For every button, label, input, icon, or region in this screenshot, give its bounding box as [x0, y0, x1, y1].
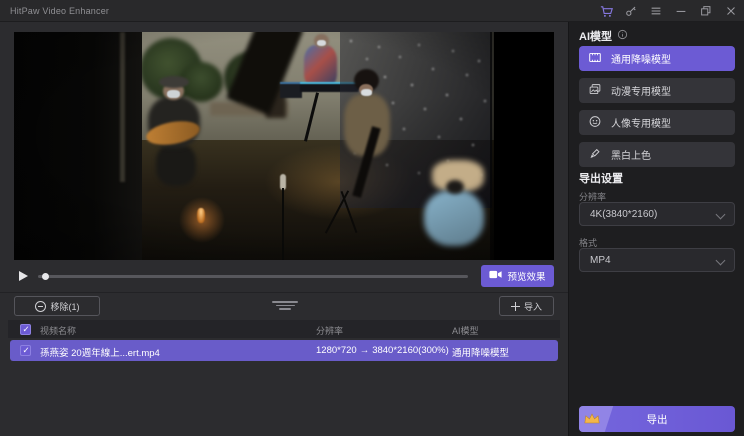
- close-icon[interactable]: [722, 3, 740, 19]
- titlebar-icons: [597, 0, 740, 22]
- sidebar: AI模型 通用降噪模型 动漫专用模型 人像专用模型: [568, 22, 744, 436]
- select-all-checkbox[interactable]: [20, 324, 31, 335]
- arrow-icon: →: [360, 345, 370, 356]
- drag-handle-icon[interactable]: [272, 301, 298, 313]
- menu-icon[interactable]: [647, 3, 665, 19]
- cart-icon[interactable]: [597, 3, 615, 19]
- video-camera-icon: [489, 269, 502, 283]
- chevron-down-icon: [716, 210, 726, 220]
- resolution-value: 4K(3840*2160): [590, 209, 657, 220]
- file-toolbar: 移除(1) 导入: [0, 296, 568, 318]
- resolution-select[interactable]: 4K(3840*2160): [579, 202, 735, 226]
- export-button[interactable]: 导出: [579, 406, 735, 432]
- panel-divider: [0, 292, 568, 293]
- minus-circle-icon: [35, 301, 46, 312]
- row-video-name: 孫燕姿 20週年線上...ert.mp4: [40, 345, 160, 359]
- paint-marker-icon: [588, 147, 602, 163]
- table-row[interactable]: 孫燕姿 20週年線上...ert.mp4 1280*720→3840*2160(…: [10, 340, 558, 361]
- window-title: HitPaw Video Enhancer: [10, 6, 109, 16]
- video-vignette: [14, 32, 554, 260]
- play-icon[interactable]: [16, 269, 30, 283]
- remove-button-label: 移除(1): [51, 300, 80, 313]
- export-settings-title: 导出设置: [579, 170, 623, 186]
- seek-handle[interactable]: [42, 273, 49, 280]
- info-icon[interactable]: [617, 29, 628, 43]
- model-button-label: 黑白上色: [611, 147, 651, 162]
- model-button-label: 通用降噪模型: [611, 51, 671, 66]
- chevron-down-icon: [716, 256, 726, 266]
- model-button-portrait[interactable]: 人像专用模型: [579, 110, 735, 135]
- remove-button[interactable]: 移除(1): [14, 296, 100, 316]
- resolution-from: 1280*720: [316, 345, 357, 356]
- import-button-label: 导入: [524, 300, 542, 313]
- anime-pictures-icon: [588, 83, 602, 99]
- export-button-label: 导出: [647, 412, 668, 427]
- ai-model-section-title: AI模型: [579, 28, 628, 44]
- plus-icon: [511, 302, 520, 311]
- row-checkbox[interactable]: [20, 345, 31, 356]
- crown-icon: [583, 412, 601, 428]
- model-button-general-denoise[interactable]: 通用降噪模型: [579, 46, 735, 71]
- format-value: MP4: [590, 255, 611, 266]
- ai-model-title-text: AI模型: [579, 28, 612, 44]
- row-ai-model: 通用降噪模型: [452, 345, 509, 359]
- preview-effect-label: 预览效果: [507, 269, 545, 283]
- model-button-label: 人像专用模型: [611, 115, 671, 130]
- film-strip-icon: [588, 51, 602, 67]
- minimize-icon[interactable]: [672, 3, 690, 19]
- app-window: HitPaw Video Enhancer: [0, 0, 744, 436]
- preview-effect-button[interactable]: 预览效果: [481, 265, 554, 287]
- column-ai-model: AI模型: [452, 324, 479, 337]
- import-button[interactable]: 导入: [499, 296, 554, 316]
- row-resolution: 1280*720→3840*2160(300%): [316, 345, 449, 356]
- model-button-colorize[interactable]: 黑白上色: [579, 142, 735, 167]
- maximize-icon[interactable]: [697, 3, 715, 19]
- column-resolution: 分辨率: [316, 324, 343, 337]
- seek-bar[interactable]: [38, 275, 468, 278]
- model-button-anime[interactable]: 动漫专用模型: [579, 78, 735, 103]
- column-video-name: 视频名称: [40, 324, 76, 337]
- video-preview: [14, 32, 554, 260]
- model-button-label: 动漫专用模型: [611, 83, 671, 98]
- activation-key-icon[interactable]: [622, 3, 640, 19]
- portrait-face-icon: [588, 115, 602, 131]
- format-select[interactable]: MP4: [579, 248, 735, 272]
- titlebar: HitPaw Video Enhancer: [0, 0, 744, 22]
- resolution-to: 3840*2160(300%): [372, 345, 449, 356]
- table-header: 视频名称 分辨率 AI模型: [8, 320, 560, 338]
- player-controls: 预览效果: [14, 265, 554, 287]
